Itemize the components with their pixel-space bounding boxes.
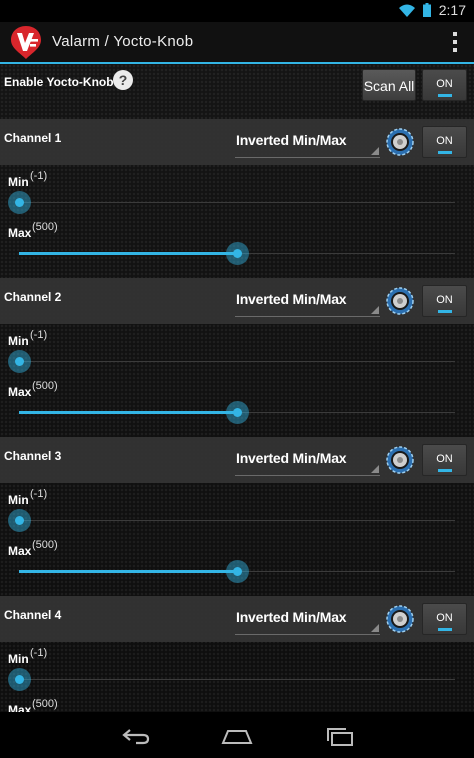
app-title: Valarm / Yocto-Knob [52, 33, 194, 50]
max-value: (500) [32, 380, 58, 392]
settings-content[interactable]: Enable Yocto-Knob ? Scan All ON Channel … [0, 64, 474, 712]
channel-toggle[interactable]: ON [422, 126, 467, 158]
min-slider-row: Min (-1) [0, 642, 474, 693]
max-slider-thumb[interactable] [226, 401, 249, 424]
enable-row: Enable Yocto-Knob ? Scan All ON [0, 64, 474, 119]
channel-header: Channel 3 Inverted Min/Max ON [0, 437, 474, 483]
channel-toggle-label: ON [436, 294, 453, 306]
channel-section: Channel 2 Inverted Min/Max ON Min (-1) M… [0, 278, 474, 437]
max-slider-row: Max (500) [0, 216, 474, 267]
mode-spinner-label: Inverted Min/Max [236, 291, 347, 307]
gear-icon[interactable] [385, 127, 415, 157]
mode-spinner-label: Inverted Min/Max [236, 609, 347, 625]
enable-toggle[interactable]: ON [422, 69, 467, 101]
mode-spinner-label: Inverted Min/Max [236, 132, 347, 148]
gear-icon[interactable] [385, 286, 415, 316]
max-label: Max [8, 703, 32, 712]
gear-icon[interactable] [385, 604, 415, 634]
min-slider-thumb[interactable] [8, 668, 31, 691]
channel-toggle[interactable]: ON [422, 603, 467, 635]
action-bar: Valarm / Yocto-Knob [0, 22, 474, 64]
min-label: Min [8, 493, 29, 507]
mode-spinner[interactable]: Inverted Min/Max [235, 443, 380, 476]
max-label: Max [8, 385, 32, 399]
min-value: (-1) [30, 329, 48, 341]
min-label: Min [8, 652, 29, 666]
max-value: (500) [32, 221, 58, 233]
mode-spinner[interactable]: Inverted Min/Max [235, 602, 380, 635]
home-icon[interactable] [217, 724, 257, 748]
status-time: 2:17 [438, 2, 466, 18]
back-icon[interactable] [116, 724, 156, 748]
channel-toggle[interactable]: ON [422, 285, 467, 317]
channel-toggle-label: ON [436, 135, 453, 147]
min-slider-track[interactable] [19, 520, 455, 521]
min-slider-row: Min (-1) [0, 165, 474, 216]
min-slider-track[interactable] [19, 202, 455, 203]
min-value: (-1) [30, 488, 48, 500]
recent-apps-icon[interactable] [319, 724, 359, 748]
battery-icon [422, 3, 431, 17]
min-label: Min [8, 175, 29, 189]
spinner-arrow-icon [371, 624, 379, 632]
channel-header: Channel 1 Inverted Min/Max ON [0, 119, 474, 165]
enable-label: Enable Yocto-Knob [4, 75, 114, 89]
gear-icon[interactable] [385, 445, 415, 475]
max-slider-thumb[interactable] [226, 560, 249, 583]
min-slider-thumb[interactable] [8, 509, 31, 532]
spinner-arrow-icon [371, 147, 379, 155]
max-slider-thumb[interactable] [226, 242, 249, 265]
channel-toggle-label: ON [436, 453, 453, 465]
min-value: (-1) [30, 170, 48, 182]
max-slider-fill [19, 570, 237, 573]
channel-name: Channel 3 [4, 449, 62, 463]
channel-section: Channel 1 Inverted Min/Max ON Min (-1) M… [0, 119, 474, 278]
valarm-logo-icon[interactable] [8, 24, 44, 60]
enable-toggle-label: ON [436, 78, 453, 90]
min-slider-row: Min (-1) [0, 324, 474, 375]
mode-spinner-label: Inverted Min/Max [236, 450, 347, 466]
channel-name: Channel 4 [4, 608, 62, 622]
scan-all-button[interactable]: Scan All [362, 69, 416, 101]
help-icon[interactable]: ? [113, 70, 133, 90]
channel-toggle[interactable]: ON [422, 444, 467, 476]
channel-section: Channel 3 Inverted Min/Max ON Min (-1) M… [0, 437, 474, 596]
min-slider-track[interactable] [19, 679, 455, 680]
min-label: Min [8, 334, 29, 348]
overflow-menu-icon[interactable] [452, 32, 458, 52]
status-bar: 2:17 [0, 0, 474, 22]
mode-spinner[interactable]: Inverted Min/Max [235, 284, 380, 317]
max-slider-row: Max (500) [0, 693, 474, 712]
min-slider-thumb[interactable] [8, 191, 31, 214]
wifi-icon [398, 4, 415, 17]
max-value: (500) [32, 539, 58, 551]
min-slider-track[interactable] [19, 361, 455, 362]
min-slider-row: Min (-1) [0, 483, 474, 534]
max-label: Max [8, 226, 32, 240]
min-value: (-1) [30, 647, 48, 659]
max-slider-row: Max (500) [0, 534, 474, 585]
max-slider-fill [19, 411, 237, 414]
channel-header: Channel 2 Inverted Min/Max ON [0, 278, 474, 324]
channel-name: Channel 1 [4, 131, 62, 145]
max-slider-fill [19, 252, 237, 255]
navigation-bar [0, 712, 474, 758]
channel-name: Channel 2 [4, 290, 62, 304]
channel-toggle-label: ON [436, 612, 453, 624]
channel-header: Channel 4 Inverted Min/Max ON [0, 596, 474, 642]
min-slider-thumb[interactable] [8, 350, 31, 373]
spinner-arrow-icon [371, 465, 379, 473]
channel-section: Channel 4 Inverted Min/Max ON Min (-1) M… [0, 596, 474, 712]
max-slider-row: Max (500) [0, 375, 474, 426]
max-value: (500) [32, 698, 58, 710]
max-label: Max [8, 544, 32, 558]
mode-spinner[interactable]: Inverted Min/Max [235, 125, 380, 158]
spinner-arrow-icon [371, 306, 379, 314]
